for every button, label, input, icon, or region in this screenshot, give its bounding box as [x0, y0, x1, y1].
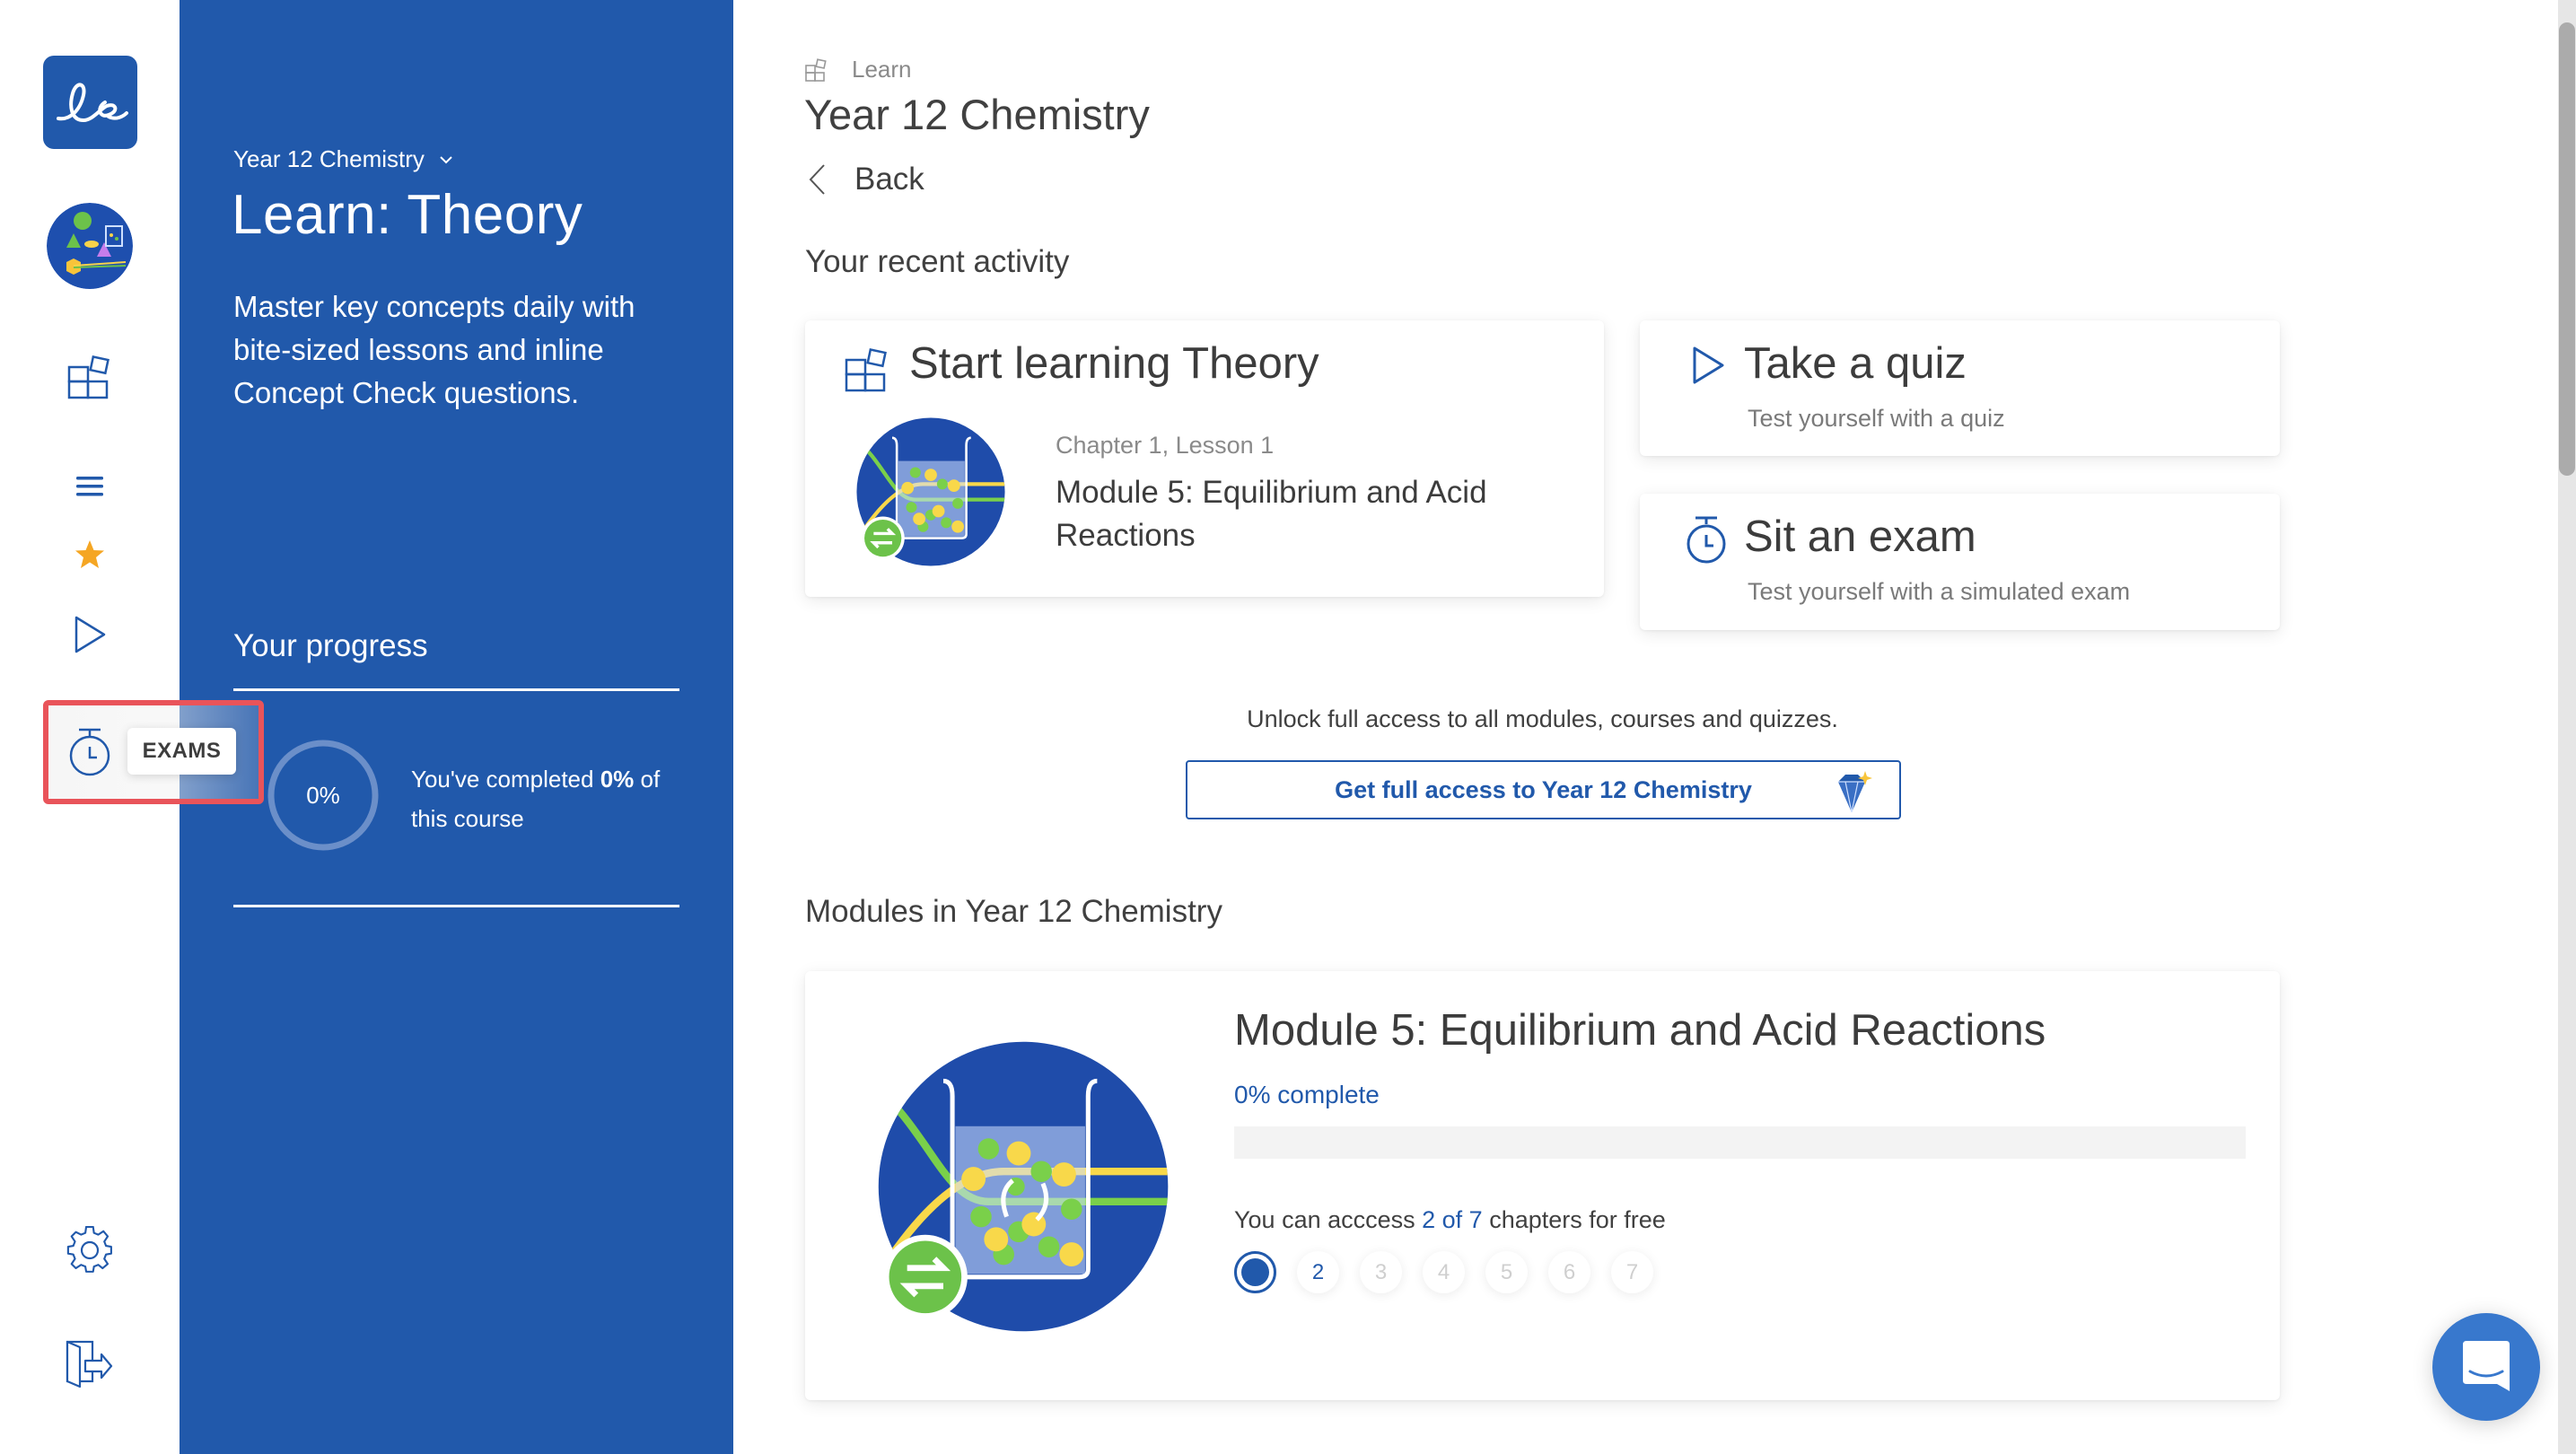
course-panel: Year 12 Chemistry Learn: Theory Master k…	[180, 0, 733, 1454]
module-equilibrium-thumbnail	[856, 417, 1005, 566]
page-title: Year 12 Chemistry	[804, 91, 1150, 138]
sit-exam-title: Sit an exam	[1744, 512, 1976, 561]
nav-settings[interactable]	[63, 1223, 117, 1277]
free-chapters-text: You can acccess 2 of 7 chapters for free	[1234, 1206, 1666, 1234]
course-selector[interactable]: Year 12 Chemistry	[233, 145, 453, 173]
free-text-after: chapters for free	[1482, 1206, 1666, 1233]
start-learning-module: Module 5: Equilibrium and Acid Reactions	[1056, 475, 1487, 553]
take-quiz-title: Take a quiz	[1744, 339, 1967, 388]
chapter-button[interactable]: 4	[1423, 1251, 1465, 1293]
course-avatar[interactable]	[47, 203, 133, 289]
start-learning-title: Start learning Theory	[909, 339, 1319, 388]
play-icon	[1693, 346, 1724, 384]
breadcrumb-learn: Learn	[852, 56, 912, 83]
gear-icon	[66, 1226, 112, 1273]
star-icon	[75, 540, 104, 568]
nav-favourites[interactable]	[63, 528, 117, 582]
get-full-access-label: Get full access to Year 12 Chemistry	[1335, 775, 1752, 803]
back-label: Back	[854, 162, 924, 197]
diamond-icon	[1838, 771, 1872, 813]
stopwatch-icon	[1687, 516, 1726, 564]
sit-exam-card[interactable]: Sit an exam Test yourself with a simulat…	[1640, 494, 2280, 630]
module-progress-bar	[1234, 1126, 2246, 1159]
learn-grid-icon	[67, 355, 110, 399]
nav-learn[interactable]	[63, 350, 117, 404]
get-full-access-button[interactable]: Get full access to Year 12 Chemistry	[1186, 760, 1901, 819]
chapter-button[interactable]: 3	[1360, 1251, 1402, 1293]
chat-icon	[2463, 1341, 2510, 1391]
breadcrumb[interactable]: Learn	[805, 56, 912, 83]
nav-quizzes[interactable]	[63, 608, 117, 661]
exams-tooltip: EXAMS	[127, 728, 236, 775]
chevron-down-icon	[440, 155, 452, 163]
learn-grid-icon	[845, 348, 887, 392]
take-quiz-subtitle: Test yourself with a quiz	[1748, 405, 2005, 432]
nav-menu[interactable]	[63, 460, 117, 513]
chapter-button[interactable]	[1234, 1251, 1276, 1293]
app-logo[interactable]	[43, 56, 137, 149]
modules-heading: Modules in Year 12 Chemistry	[805, 894, 1222, 929]
course-selector-label: Year 12 Chemistry	[233, 145, 425, 172]
unlock-message: Unlock full access to all modules, cours…	[1247, 705, 1838, 732]
nav-logout[interactable]	[63, 1337, 117, 1391]
stopwatch-icon	[69, 728, 110, 776]
chapter-button[interactable]: 5	[1485, 1251, 1528, 1293]
back-button[interactable]: Back	[808, 162, 924, 197]
menu-icon	[76, 477, 103, 496]
progress-heading: Your progress	[233, 628, 428, 663]
chat-button[interactable]	[2432, 1313, 2540, 1421]
module-complete-label: 0% complete	[1234, 1081, 1380, 1108]
play-icon	[74, 616, 106, 653]
sit-exam-subtitle: Test yourself with a simulated exam	[1748, 578, 2131, 605]
module-equilibrium-image	[878, 1041, 1169, 1332]
progress-text-value: 0%	[600, 766, 635, 793]
learn-grid-icon	[805, 57, 827, 82]
chapter-button[interactable]: 2	[1297, 1251, 1339, 1293]
chemistry-avatar-icon	[47, 203, 133, 289]
logout-door-icon	[66, 1340, 113, 1388]
panel-title: Learn: Theory	[232, 184, 583, 246]
progress-text-before: You've completed	[411, 766, 600, 793]
chapter-selector: 234567	[1234, 1251, 1653, 1293]
module-title[interactable]: Module 5: Equilibrium and Acid Reactions	[1234, 1005, 2046, 1055]
free-text-highlight: 2 of 7	[1422, 1206, 1483, 1233]
free-text-before: You can acccess	[1234, 1206, 1423, 1233]
scrollbar-thumb[interactable]	[2559, 22, 2575, 476]
nav-rail: EXAMS	[0, 0, 264, 1454]
panel-description: Master key concepts daily with bite-size…	[233, 290, 635, 409]
chapter-button[interactable]: 7	[1611, 1251, 1653, 1293]
take-quiz-card[interactable]: Take a quiz Test yourself with a quiz	[1640, 320, 2280, 456]
chevron-left-icon	[809, 164, 825, 195]
recent-activity-heading: Your recent activity	[805, 244, 1070, 279]
progress-summary: You've completed 0% of this course	[411, 759, 698, 838]
divider	[233, 905, 679, 907]
start-learning-chapter: Chapter 1, Lesson 1	[1056, 432, 1275, 459]
nav-exams[interactable]	[63, 725, 117, 779]
start-learning-card[interactable]: Start learning Theory Chapter 1, Lesson …	[805, 320, 1604, 597]
chapter-button[interactable]: 6	[1548, 1251, 1590, 1293]
logo-icon	[56, 83, 128, 123]
divider	[233, 688, 679, 691]
progress-ring-label: 0%	[306, 781, 340, 809]
